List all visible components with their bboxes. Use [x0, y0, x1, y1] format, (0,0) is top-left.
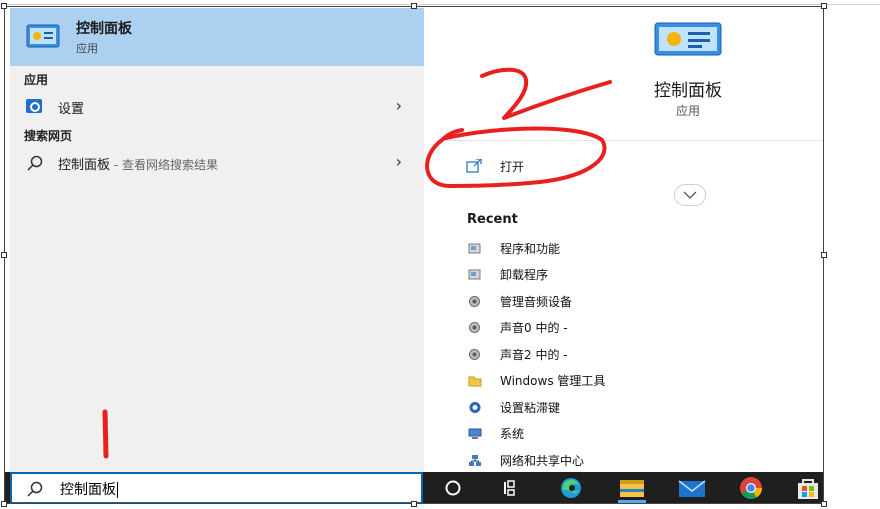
resize-handle[interactable] — [1, 501, 7, 507]
resize-handle[interactable] — [1, 3, 7, 9]
screenshot-frame — [4, 6, 824, 504]
resize-handle[interactable] — [821, 252, 827, 258]
resize-handle[interactable] — [821, 501, 827, 507]
document-top-rule — [0, 4, 880, 5]
resize-handle[interactable] — [411, 501, 417, 507]
resize-handle[interactable] — [411, 3, 417, 9]
resize-handle[interactable] — [821, 3, 827, 9]
resize-handle[interactable] — [1, 252, 7, 258]
